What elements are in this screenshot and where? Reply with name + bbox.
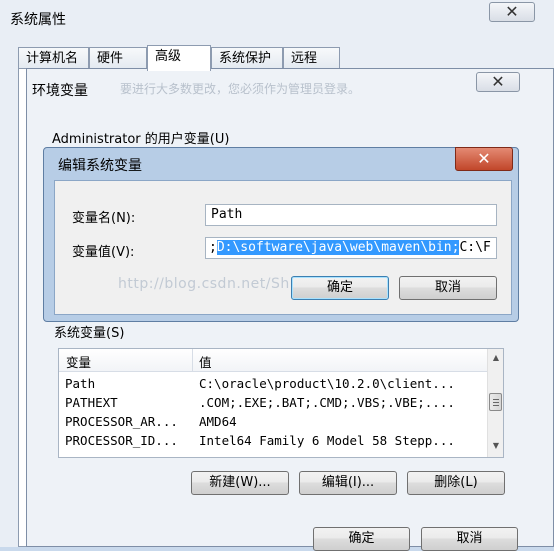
env-cancel-button[interactable]: 取消 — [421, 527, 518, 551]
list-item-value[interactable]: .COM;.EXE;.BAT;.CMD;.VBS;.VBE;.... — [199, 395, 485, 410]
column-divider[interactable] — [192, 349, 193, 371]
tab-remote[interactable]: 远程 — [283, 47, 340, 69]
variable-value-label: 变量值(V): — [72, 245, 135, 260]
system-properties-close-button[interactable]: ✕ — [489, 2, 535, 22]
system-properties-title: 系统属性 — [10, 12, 66, 28]
list-item-value[interactable]: C:\oracle\product\10.2.0\client... — [199, 376, 485, 391]
variable-value-input[interactable]: ;D:\software\java\web\maven\bin;C:\F — [205, 237, 497, 259]
tab-system-protection[interactable]: 系统保护 — [211, 47, 283, 69]
tab-computer-name[interactable]: 计算机名 — [18, 47, 89, 69]
list-item-value[interactable]: AMD64 — [199, 414, 485, 429]
grip-line — [493, 402, 499, 403]
list-scrollbar[interactable]: ▲ ▼ — [487, 349, 503, 457]
variable-name-label: 变量名(N): — [72, 211, 136, 226]
list-item-name[interactable]: PROCESSOR_ID... — [65, 433, 193, 448]
system-variables-label: 系统变量(S) — [54, 326, 125, 341]
user-variables-label: Administrator 的用户变量(U) — [52, 132, 230, 147]
environment-variables-close-button[interactable]: ✕ — [476, 72, 520, 92]
tab-hardware[interactable]: 硬件 — [89, 47, 147, 69]
edit-dialog-title: 编辑系统变量 — [58, 158, 142, 174]
delete-variable-button[interactable]: 删除(L) — [407, 471, 505, 495]
scroll-down-arrow-icon[interactable]: ▼ — [488, 441, 503, 450]
grip-line — [493, 399, 499, 400]
tab-advanced[interactable]: 高级 — [147, 45, 211, 71]
scroll-up-arrow-icon[interactable]: ▲ — [488, 353, 503, 362]
value-text-before: ; — [209, 240, 217, 255]
environment-variables-title: 环境变量 — [32, 83, 88, 99]
column-header-variable[interactable]: 变量 — [66, 352, 91, 371]
list-item-name[interactable]: Path — [65, 376, 193, 391]
list-item-name[interactable]: PROCESSOR_AR... — [65, 414, 193, 429]
scroll-thumb[interactable] — [489, 393, 502, 411]
list-item-value[interactable]: Intel64 Family 6 Model 58 Stepp... — [199, 433, 485, 448]
edit-dialog-close-button[interactable]: ✕ — [455, 147, 513, 171]
list-header: 变量 值 — [59, 349, 487, 372]
value-text-selected: D:\software\java\web\maven\bin; — [216, 240, 460, 255]
list-item-name[interactable]: PATHEXT — [65, 395, 193, 410]
env-ok-button[interactable]: 确定 — [313, 527, 410, 551]
variable-name-input[interactable]: Path — [205, 204, 497, 226]
edit-variable-button[interactable]: 编辑(I)... — [299, 471, 397, 495]
background-hint-text: 要进行大多数更改，您必须作为管理员登录。 — [120, 82, 361, 96]
grip-line — [493, 405, 499, 406]
system-variables-list[interactable]: 变量 值 Path C:\oracle\product\10.2.0\clien… — [58, 348, 504, 458]
edit-ok-button[interactable]: 确定 — [291, 276, 389, 300]
column-header-value[interactable]: 值 — [199, 352, 212, 371]
new-variable-button[interactable]: 新建(W)... — [191, 471, 289, 495]
value-text-after: C:\F — [459, 240, 491, 255]
edit-cancel-button[interactable]: 取消 — [399, 276, 497, 300]
